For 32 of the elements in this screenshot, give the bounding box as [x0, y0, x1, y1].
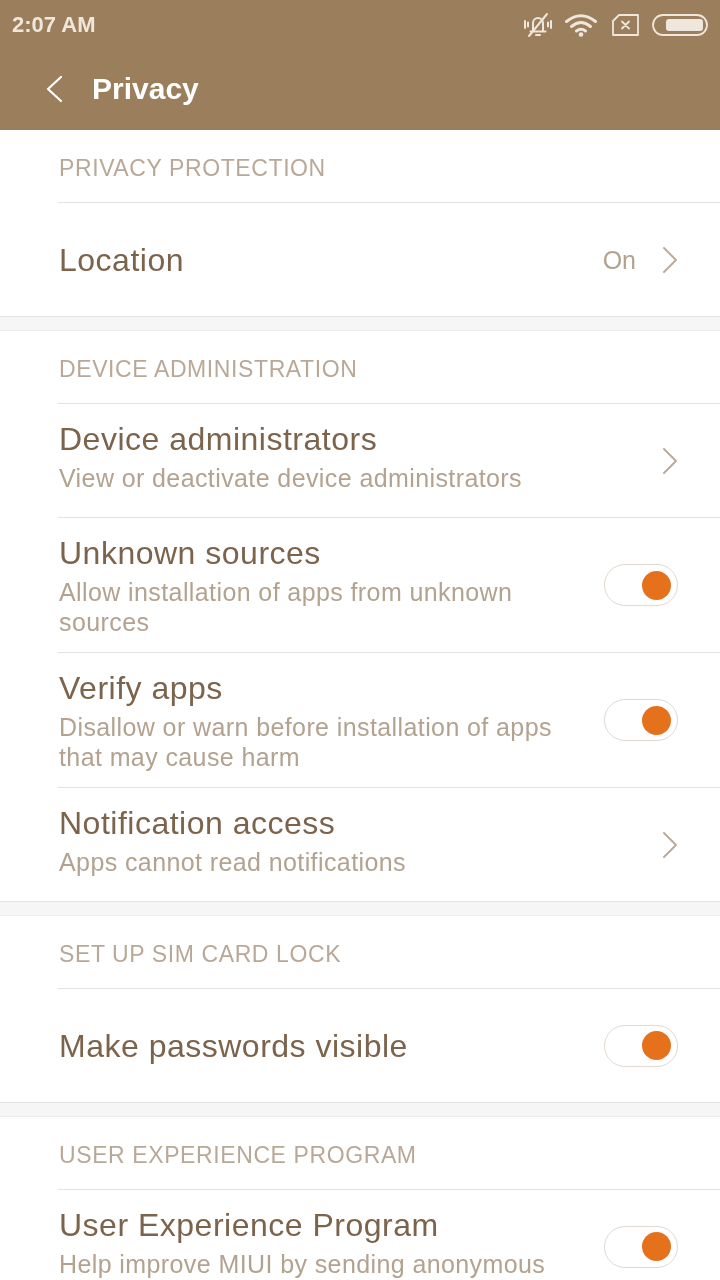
section-header: DEVICE ADMINISTRATION — [59, 356, 358, 382]
toggle-switch[interactable] — [604, 564, 678, 606]
row-subtitle: Allow installation of apps from unknown sources — [59, 577, 514, 637]
page-title: Privacy — [92, 71, 199, 107]
toggle-switch[interactable] — [604, 699, 678, 741]
toggle-switch[interactable] — [604, 1024, 678, 1067]
chevron-right-icon[interactable] — [662, 446, 678, 475]
wifi-icon — [564, 12, 598, 37]
row-title: User Experience Program — [59, 1206, 440, 1245]
row-title: Notification access — [59, 804, 337, 843]
chevron-left-icon — [45, 75, 63, 103]
row-subtitle: View or deactivate device administrators — [59, 463, 523, 493]
section-header: USER EXPERIENCE PROGRAM — [59, 1142, 417, 1168]
chevron-right-icon[interactable] — [662, 830, 678, 859]
section-header: SET UP SIM CARD LOCK — [59, 941, 342, 967]
row-title: Verify apps — [59, 669, 224, 708]
row-subtitle: Help improve MIUI by sending anonymous — [59, 1249, 547, 1279]
section-header: PRIVACY PROTECTION — [59, 155, 326, 181]
sim-card-x-icon — [612, 13, 639, 36]
row-subtitle: Apps cannot read notifications — [59, 847, 407, 877]
row-title: Location — [59, 240, 185, 280]
toggle-switch[interactable] — [604, 1225, 678, 1268]
back-button[interactable] — [45, 75, 63, 103]
battery-icon — [652, 13, 708, 36]
chevron-right-icon[interactable] — [662, 245, 678, 274]
row-title: Unknown sources — [59, 534, 322, 573]
status-time: 2:07 AM — [12, 11, 96, 38]
row-subtitle: Disallow or warn before installation of apps that may cause harm — [59, 712, 553, 772]
row-title: Make passwords visible — [59, 1026, 409, 1066]
muted-bell-icon — [523, 10, 553, 39]
row-title: Device administrators — [59, 420, 379, 459]
row-value: On — [602, 244, 636, 275]
